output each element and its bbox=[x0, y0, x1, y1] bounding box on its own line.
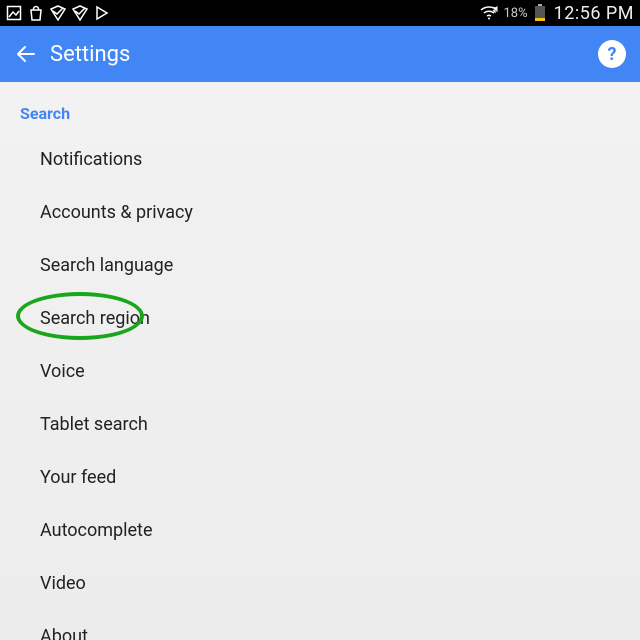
help-icon: ? bbox=[608, 44, 617, 65]
play-badge-icon bbox=[50, 5, 66, 21]
back-button[interactable] bbox=[6, 34, 46, 74]
status-clock: 12:56 PM bbox=[554, 3, 634, 24]
section-header-search: Search bbox=[0, 82, 640, 133]
play-store-icon bbox=[94, 5, 110, 21]
wifi-icon bbox=[480, 5, 498, 21]
settings-item-video[interactable]: Video bbox=[0, 557, 640, 610]
settings-item-about[interactable]: About bbox=[0, 610, 640, 640]
page-title: Settings bbox=[50, 42, 130, 67]
settings-item-accounts-privacy[interactable]: Accounts & privacy bbox=[0, 186, 640, 239]
arrow-left-icon bbox=[14, 42, 38, 66]
settings-item-autocomplete[interactable]: Autocomplete bbox=[0, 504, 640, 557]
image-icon bbox=[6, 5, 22, 21]
settings-item-voice[interactable]: Voice bbox=[0, 345, 640, 398]
app-bar: Settings ? bbox=[0, 26, 640, 82]
shopping-bag-icon bbox=[28, 5, 44, 21]
battery-icon bbox=[534, 4, 546, 22]
status-bar: 18% 12:56 PM bbox=[0, 0, 640, 26]
settings-item-search-language[interactable]: Search language bbox=[0, 239, 640, 292]
settings-item-your-feed[interactable]: Your feed bbox=[0, 451, 640, 504]
help-button[interactable]: ? bbox=[598, 40, 626, 68]
settings-item-search-region[interactable]: Search region bbox=[0, 292, 640, 345]
settings-item-tablet-search[interactable]: Tablet search bbox=[0, 398, 640, 451]
settings-content: Search Notifications Accounts & privacy … bbox=[0, 82, 640, 640]
play-badge-icon bbox=[72, 5, 88, 21]
battery-percent: 18% bbox=[504, 6, 528, 21]
settings-item-notifications[interactable]: Notifications bbox=[0, 133, 640, 186]
